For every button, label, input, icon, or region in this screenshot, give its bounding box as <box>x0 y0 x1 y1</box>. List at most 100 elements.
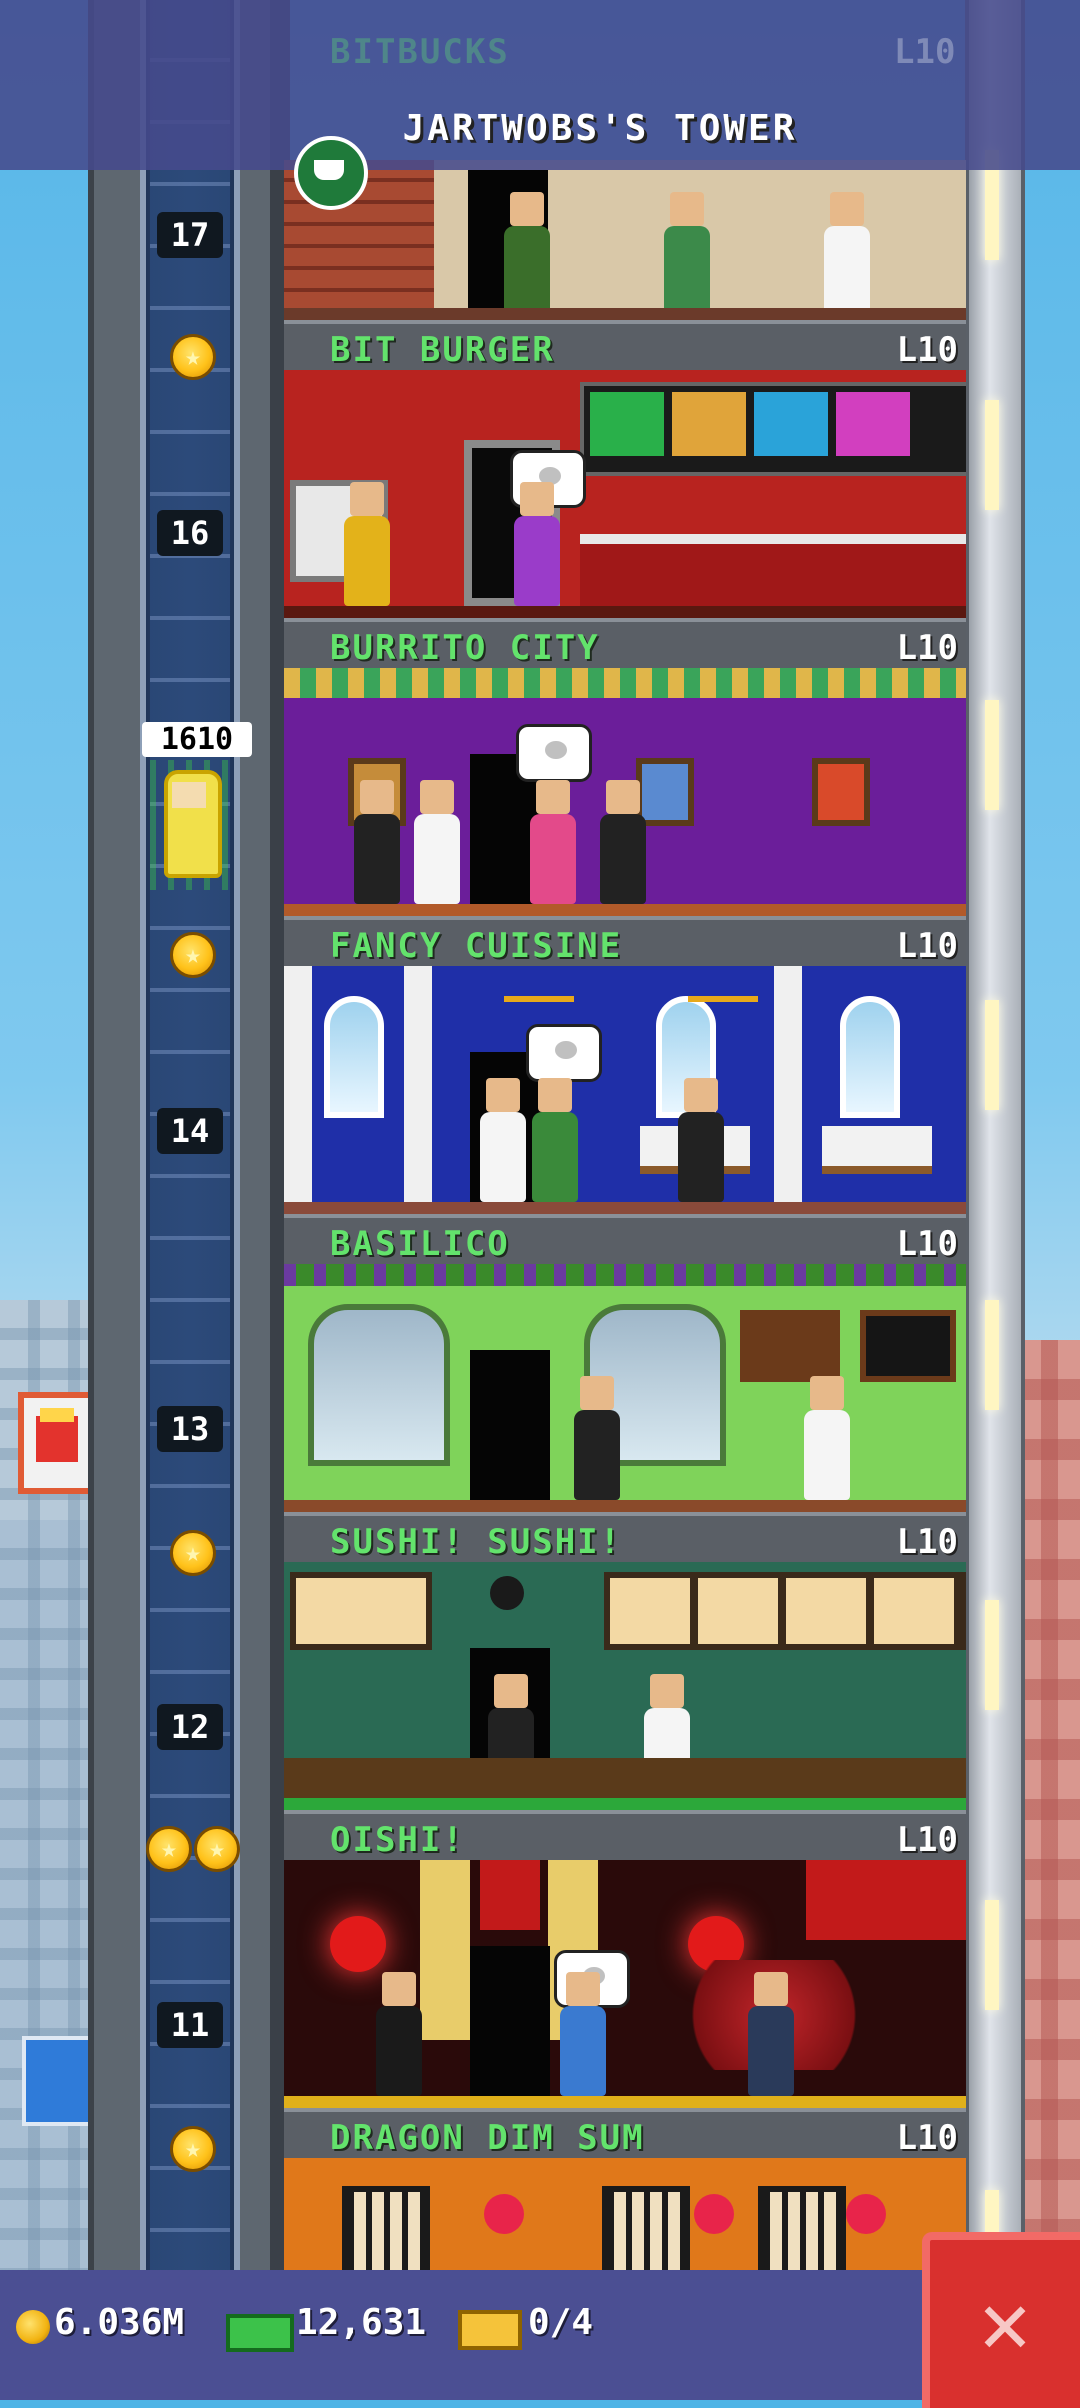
elevator-floor-number[interactable]: 12 <box>157 1704 223 1750</box>
customer <box>344 482 390 606</box>
paper-lantern <box>484 2194 524 2234</box>
floor-level: L10 <box>896 628 958 668</box>
floor-name-bar: SUSHI! SUSHI! L10 <box>284 1512 966 1566</box>
elevator-passenger-face <box>172 782 206 808</box>
paper-lantern <box>846 2194 886 2234</box>
floor-room <box>284 668 966 916</box>
elevator-floor-number[interactable]: 16 <box>157 510 223 556</box>
dining-table <box>822 1126 932 1174</box>
floor-ground <box>284 904 966 916</box>
floor-room <box>284 1562 966 1810</box>
close-icon: ✕ <box>979 2273 1031 2373</box>
arched-window <box>324 996 384 1118</box>
customer <box>678 1078 724 1202</box>
menu-item <box>836 392 910 456</box>
bottom-resource-bar: 6.036M 12,631 0/4 <box>0 2270 1080 2400</box>
picture-frame <box>812 758 870 826</box>
header: BITBUCKS L10 JARTWOBS'S TOWER <box>0 0 1080 170</box>
door <box>470 1946 550 2096</box>
star-icon[interactable] <box>170 1530 216 1576</box>
chef <box>804 1376 850 1500</box>
floor-ground <box>284 606 966 618</box>
previous-floor-level: L10 <box>894 32 956 72</box>
counter <box>580 534 966 606</box>
floor-name: BASILICO <box>330 1224 510 1264</box>
customer <box>600 780 646 904</box>
shoji-window <box>290 1572 432 1650</box>
menu-item <box>754 392 828 456</box>
customer <box>748 1972 794 2096</box>
speech-bubble <box>516 724 592 782</box>
fringe-trim <box>284 668 966 698</box>
chandelier <box>688 966 758 1002</box>
tower-title: JARTWOBS'S TOWER <box>0 108 1080 149</box>
elevator-floor-number[interactable]: 17 <box>157 212 223 258</box>
floor-basilico[interactable]: BASILICO L10 <box>284 1214 966 1512</box>
paper-lantern <box>330 1916 386 1972</box>
previous-floor-name: BITBUCKS <box>330 32 510 72</box>
paper-lantern <box>694 2194 734 2234</box>
billboard-blue <box>22 2036 94 2126</box>
floor-level: L10 <box>896 330 958 370</box>
column <box>404 966 432 1214</box>
floor-oishi[interactable]: OISHI! L10 <box>284 1810 966 2108</box>
menu-item <box>590 392 664 456</box>
star-icon[interactable] <box>194 1826 240 1872</box>
tower-title-text: JARTWOBS'S TOWER <box>402 108 798 149</box>
floor-burrito-city[interactable]: BURRITO CITY L10 <box>284 618 966 916</box>
chef <box>414 780 460 904</box>
customer <box>574 1376 620 1500</box>
banner <box>480 1860 540 1930</box>
close-button[interactable]: ✕ <box>922 2232 1080 2408</box>
coin-count: 6.036M <box>54 2302 185 2343</box>
floor-room <box>284 966 966 1214</box>
chalkboard-menu <box>860 1310 956 1382</box>
star-icon[interactable] <box>170 932 216 978</box>
wall-lamp <box>985 1900 999 2010</box>
customer <box>504 192 550 316</box>
floor-sushi-sushi[interactable]: SUSHI! SUSHI! L10 <box>284 1512 966 1810</box>
wall-lamp <box>985 1000 999 1110</box>
elevator-floor-number[interactable]: 14 <box>157 1108 223 1154</box>
floor-name: OISHI! <box>330 1820 465 1860</box>
elevator-floor-number[interactable]: 13 <box>157 1406 223 1452</box>
floor-name: DRAGON DIM SUM <box>330 2118 645 2158</box>
floor-room <box>284 1264 966 1512</box>
door <box>470 1350 550 1500</box>
worker <box>824 192 870 316</box>
elevator-car[interactable] <box>150 760 240 890</box>
wall-lamp <box>985 400 999 510</box>
floor-room-bitbucks[interactable] <box>284 160 966 320</box>
floor-dragon-dim-sum[interactable]: DRAGON DIM SUM L10 <box>284 2108 966 2270</box>
customer <box>530 780 576 904</box>
floor-ground <box>284 2096 966 2108</box>
customer <box>664 192 710 316</box>
star-icon[interactable] <box>146 1826 192 1872</box>
lattice-window <box>758 2186 846 2270</box>
star-icon[interactable] <box>170 334 216 380</box>
coffee-cup-icon <box>294 136 368 210</box>
elevator-floor-number[interactable]: 11 <box>157 2002 223 2048</box>
floor-level: L10 <box>896 1224 958 1264</box>
wall-lamp <box>985 700 999 810</box>
floor-level: L10 <box>896 1820 958 1860</box>
grape-vine <box>284 1264 966 1286</box>
floor-bit-burger[interactable]: BIT BURGER L10 <box>284 320 966 618</box>
wall-lamp <box>985 1600 999 1710</box>
floor-level: L10 <box>896 926 958 966</box>
banner <box>806 1860 966 1940</box>
floor-fancy-cuisine[interactable]: FANCY CUISINE L10 <box>284 916 966 1214</box>
floor-ground <box>284 1798 966 1810</box>
chef <box>480 1078 526 1202</box>
arched-window <box>840 996 900 1118</box>
star-icon[interactable] <box>170 2126 216 2172</box>
customer <box>354 780 400 904</box>
lattice-window <box>342 2186 430 2270</box>
floor-ground <box>284 1202 966 1214</box>
picture-frame <box>636 758 694 826</box>
shoji-window <box>604 1572 966 1650</box>
arched-window <box>308 1304 450 1466</box>
sushi-bar <box>284 1758 966 1798</box>
ticket-count: 0/4 <box>528 2302 594 2343</box>
floor-name: FANCY CUISINE <box>330 926 623 966</box>
